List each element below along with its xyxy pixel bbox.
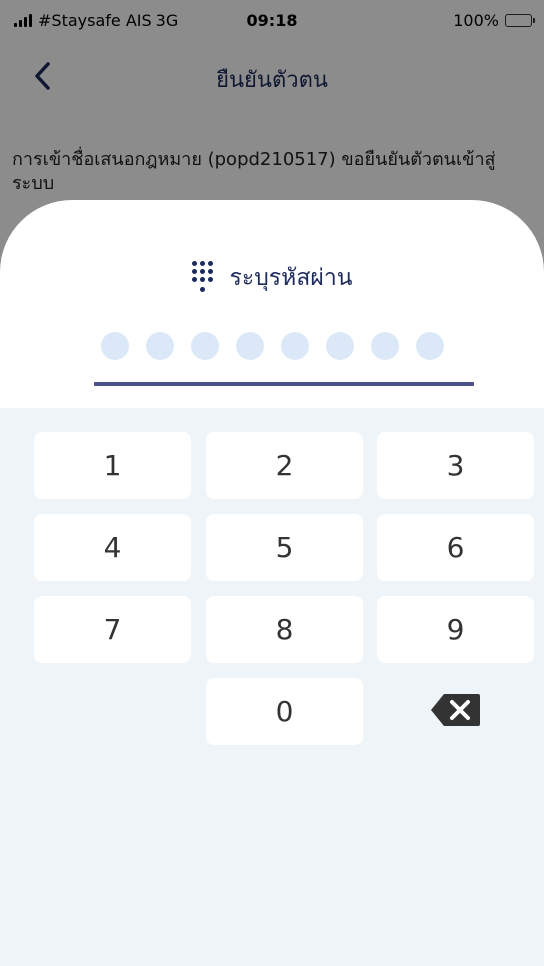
key-2[interactable]: 2 xyxy=(206,432,363,499)
key-4[interactable]: 4 xyxy=(34,514,191,581)
keypad-icon xyxy=(191,261,214,295)
key-8[interactable]: 8 xyxy=(206,596,363,663)
pin-dot xyxy=(415,332,444,360)
pin-underline xyxy=(94,382,474,386)
pin-dot xyxy=(145,332,174,360)
key-6[interactable]: 6 xyxy=(377,514,534,581)
pin-dot xyxy=(325,332,354,360)
pin-dot xyxy=(235,332,264,360)
pin-dot xyxy=(100,332,129,360)
key-3[interactable]: 3 xyxy=(377,432,534,499)
key-5[interactable]: 5 xyxy=(206,514,363,581)
numeric-keypad: 1 2 3 4 5 6 7 8 9 0 xyxy=(0,408,544,966)
key-9[interactable]: 9 xyxy=(377,596,534,663)
backspace-icon xyxy=(430,692,482,732)
pin-dot xyxy=(190,332,219,360)
pin-dot xyxy=(370,332,399,360)
key-1[interactable]: 1 xyxy=(34,432,191,499)
pin-dots xyxy=(0,332,544,360)
key-7[interactable]: 7 xyxy=(34,596,191,663)
key-0[interactable]: 0 xyxy=(206,678,363,745)
pin-entry-sheet: ระบุรหัสผ่าน 1 2 3 4 5 6 7 8 9 0 xyxy=(0,200,544,966)
sheet-header: ระบุรหัสผ่าน xyxy=(0,260,544,296)
backspace-button[interactable] xyxy=(377,678,534,745)
pin-dot xyxy=(280,332,309,360)
pin-title: ระบุรหัสผ่าน xyxy=(229,265,353,291)
